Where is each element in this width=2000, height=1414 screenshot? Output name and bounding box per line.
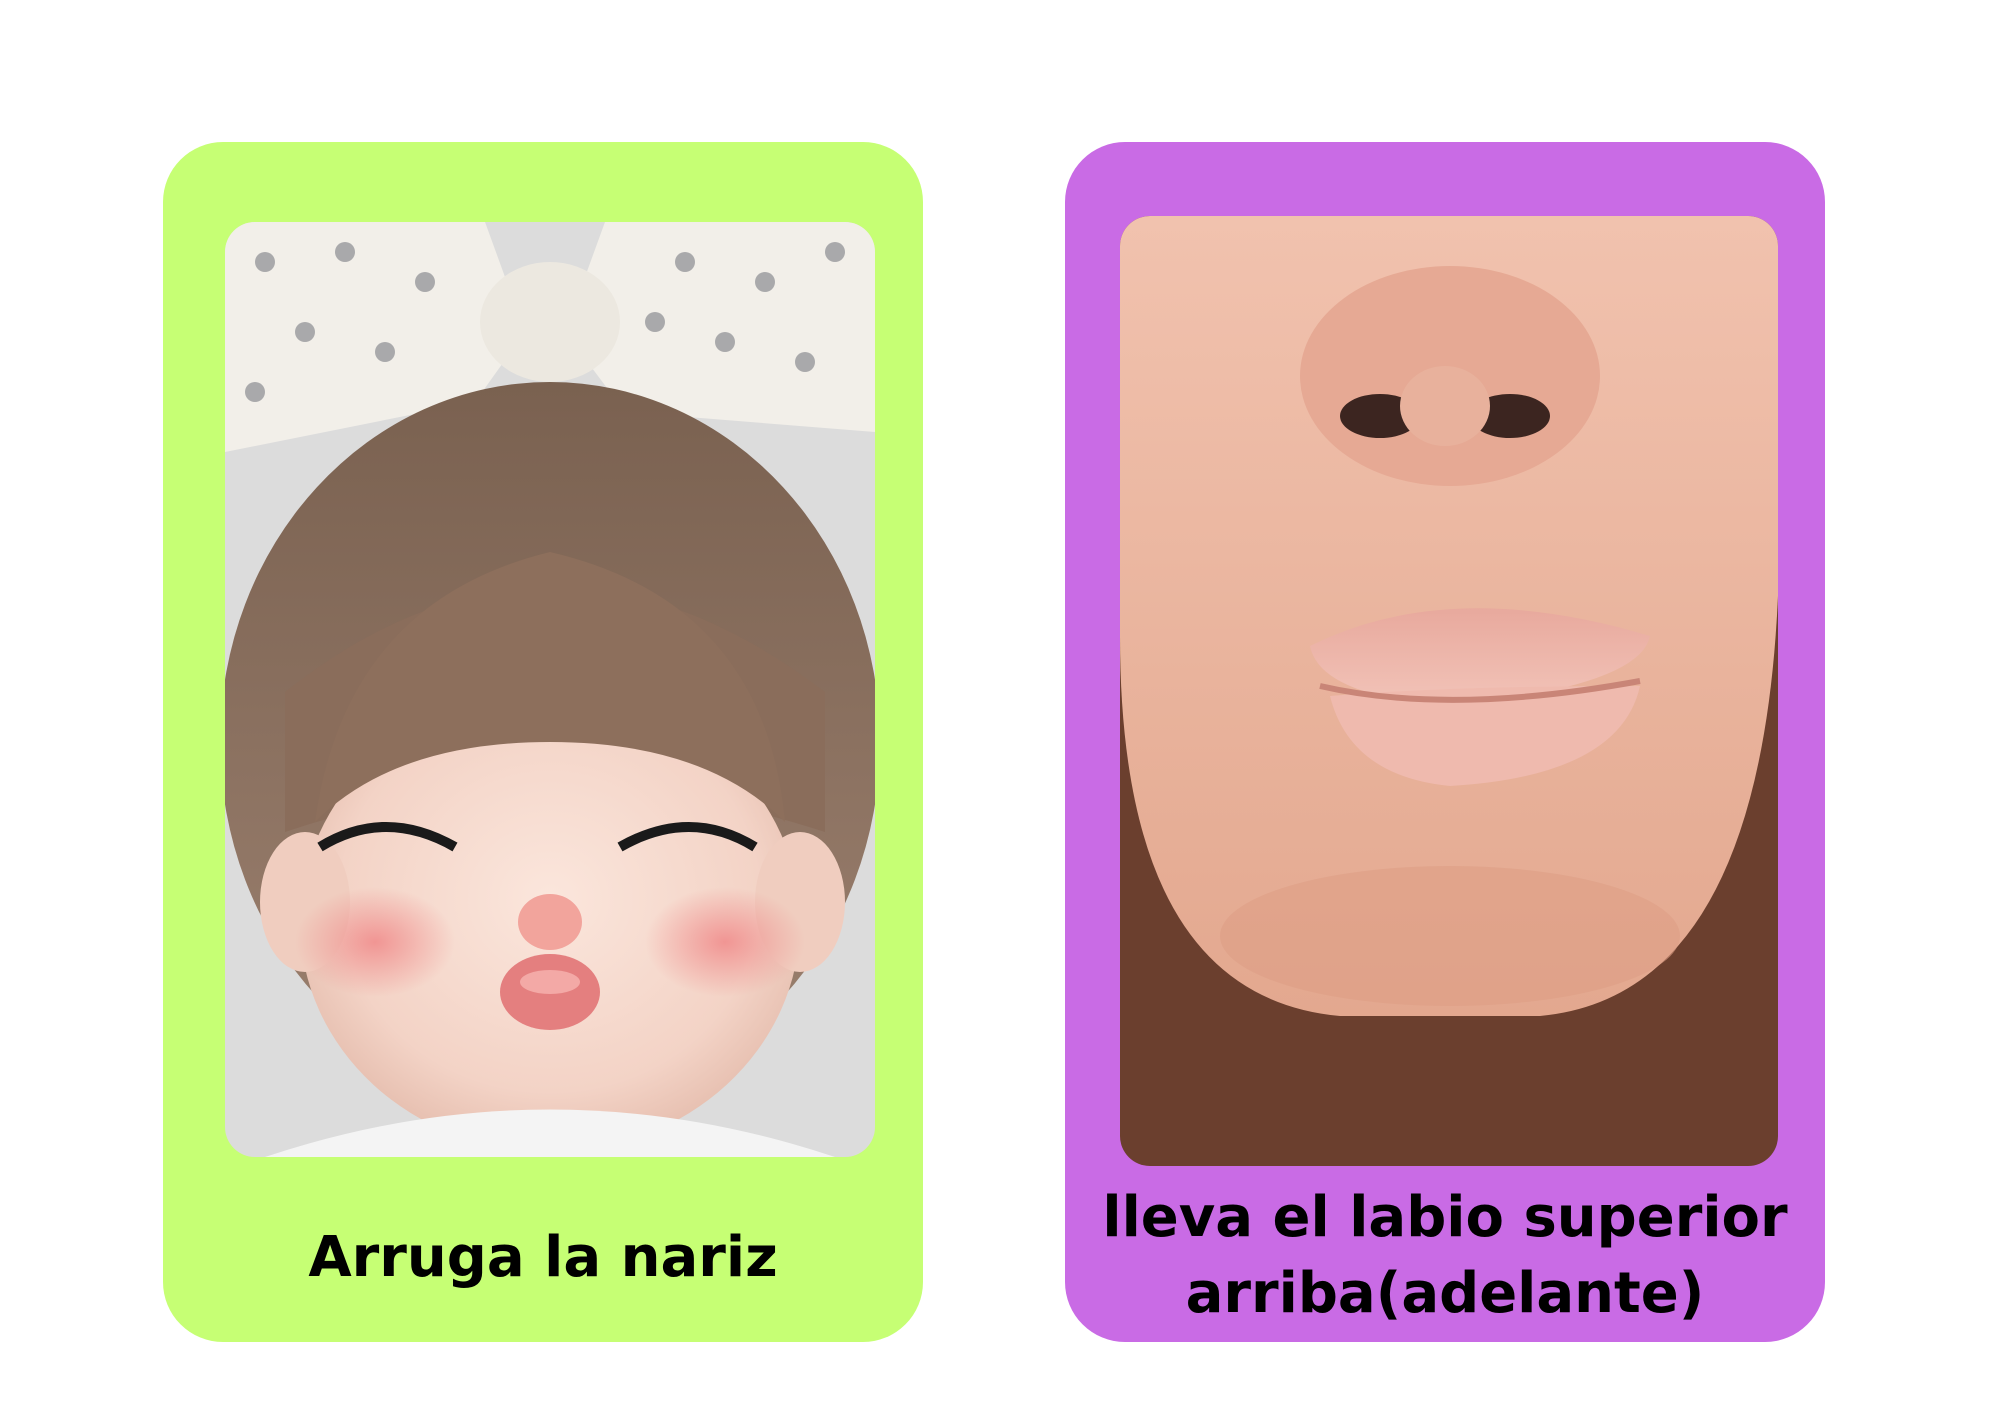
caption-line-2: arriba(adelante) [1185, 1261, 1705, 1326]
caption-line-1: lleva el labio superior [1102, 1185, 1788, 1250]
pursed-lips-photo [1120, 216, 1778, 1166]
caption: lleva el labio superior arriba(adelante) [1065, 1180, 1825, 1332]
child-scrunching-nose-photo [225, 222, 875, 1157]
caption: Arruga la nariz [308, 1225, 778, 1290]
exercise-card-lips: lleva el labio superior arriba(adelante) [1065, 142, 1825, 1342]
exercise-card-nose: Arruga la nariz [163, 142, 923, 1342]
